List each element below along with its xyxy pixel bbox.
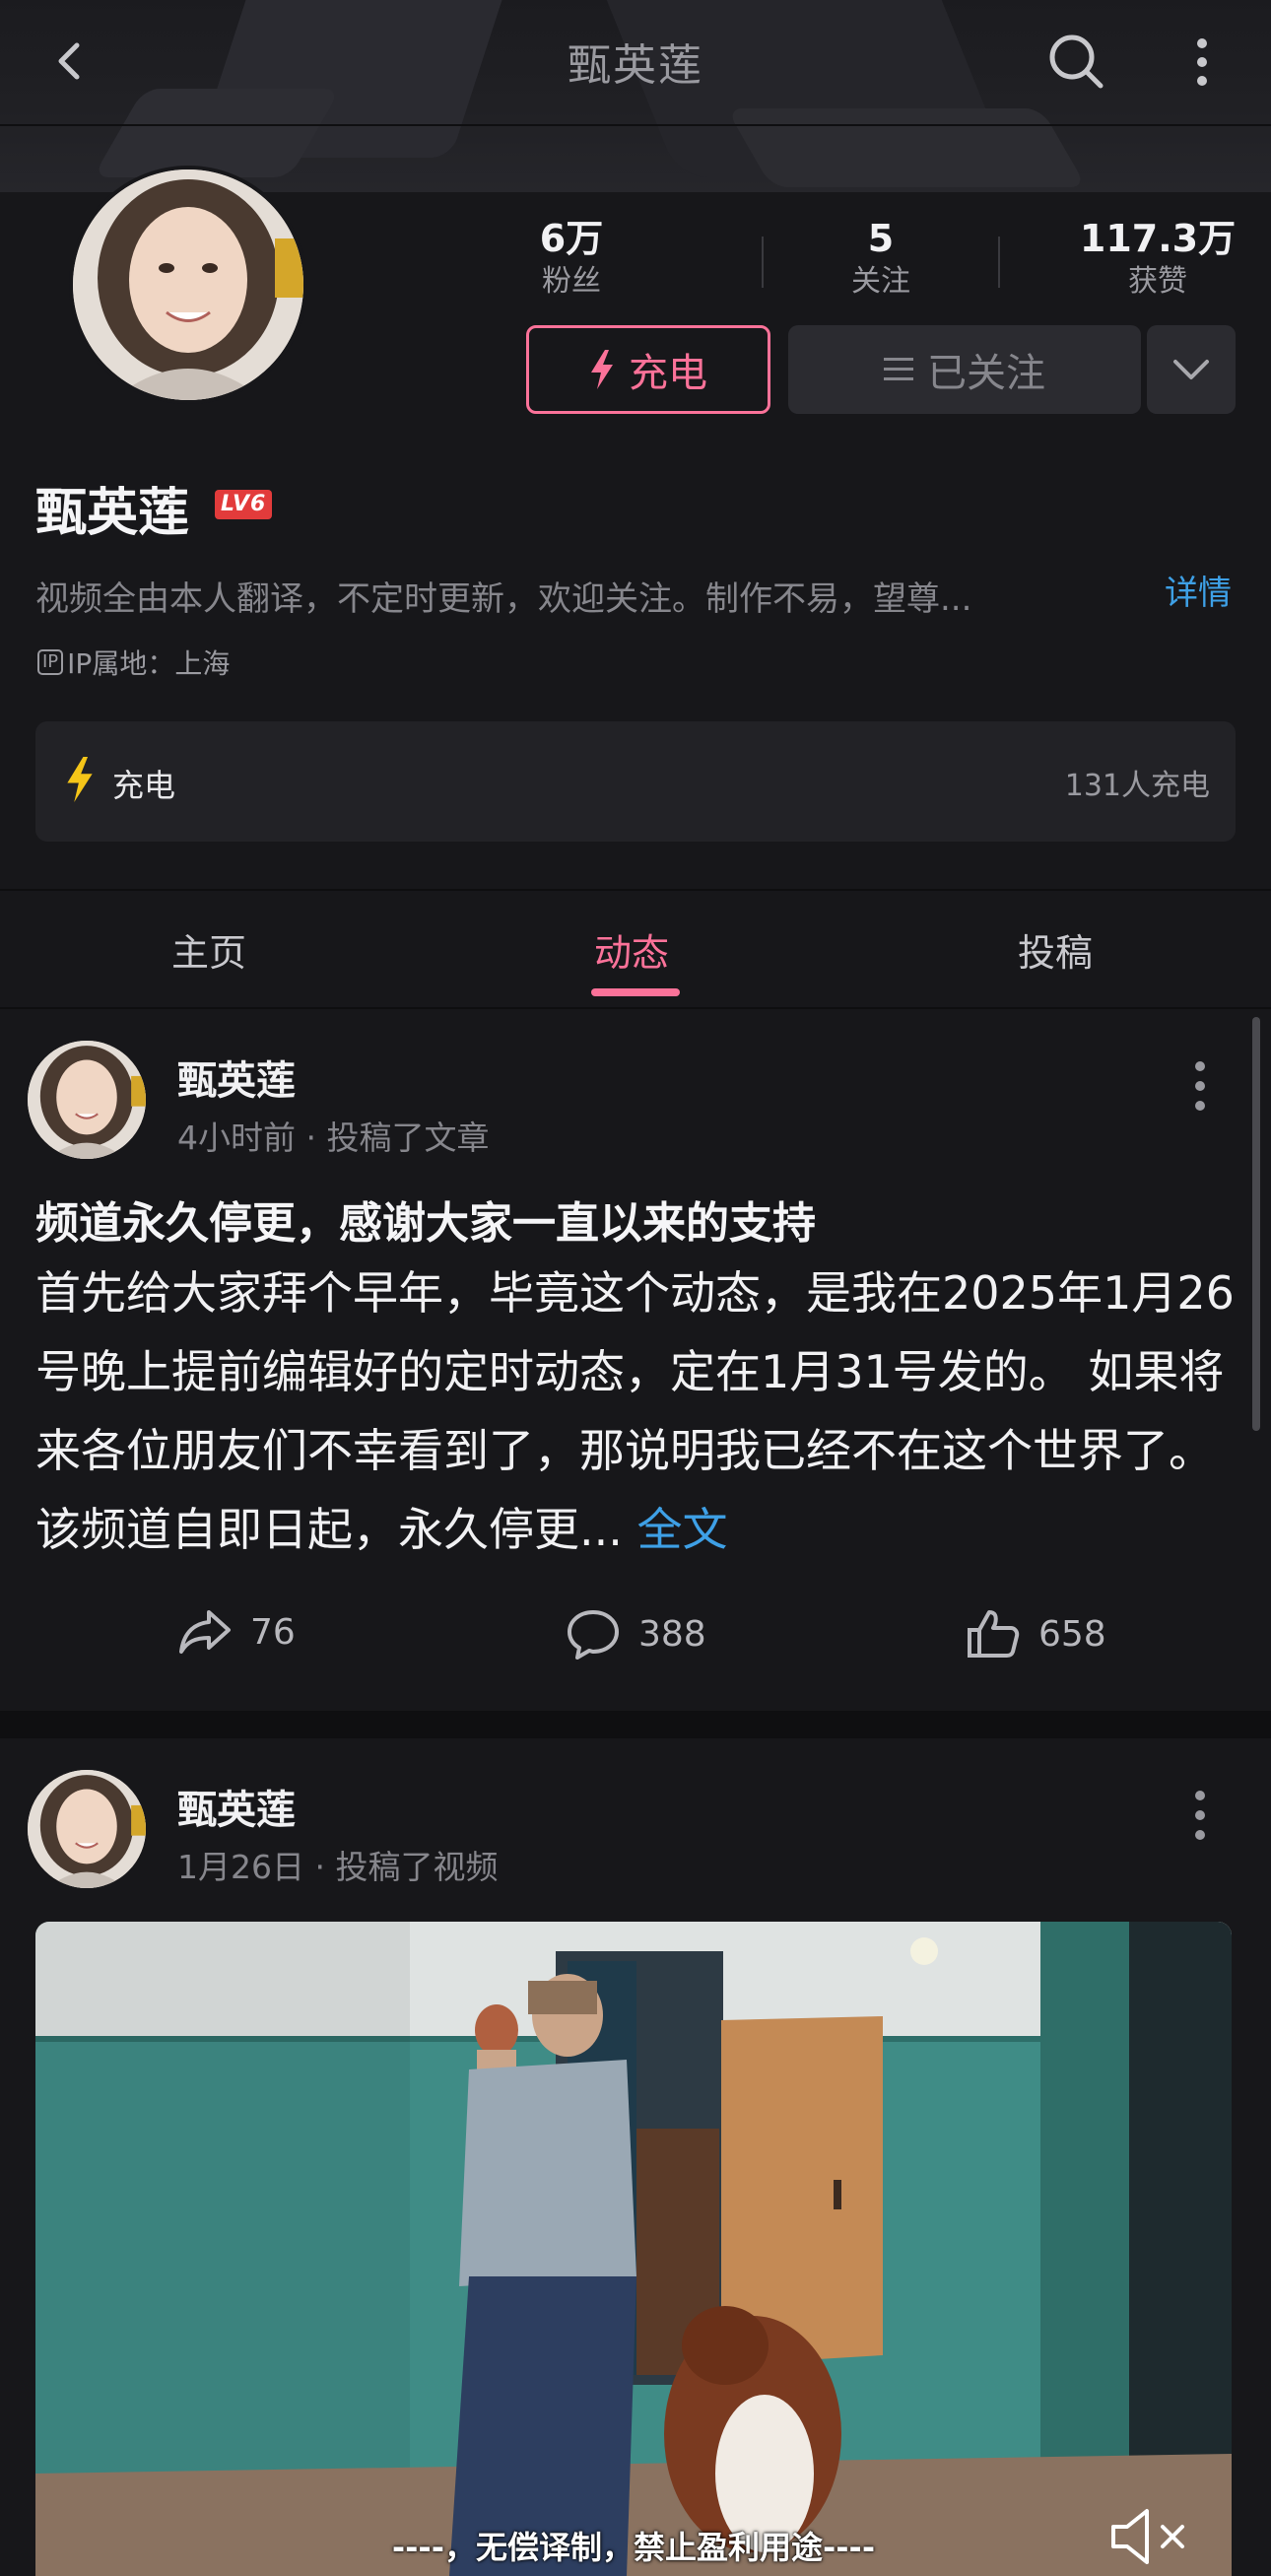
post-author-name[interactable]: 甄英莲: [177, 1049, 296, 1106]
stat-value: 117.3万: [1079, 217, 1237, 260]
level-badge: LV6: [215, 490, 273, 519]
profile-avatar[interactable]: [69, 166, 307, 404]
ip-icon: IP: [37, 649, 64, 675]
share-count: 76: [250, 1611, 296, 1653]
stat-value: 6万: [539, 217, 604, 260]
post-title[interactable]: 频道永久停更，感谢大家一直以来的支持: [35, 1187, 816, 1251]
scrollbar[interactable]: [1252, 1017, 1260, 1431]
post-body-text: 首先给大家拜个早年，毕竟这个动态，是我在2025年1月26号晚上提前编辑好的定时…: [35, 1266, 1235, 1556]
followed-button[interactable]: 已关注: [788, 325, 1141, 414]
tab-home[interactable]: 主页: [171, 922, 246, 977]
profile-bio[interactable]: 视频全由本人翻译，不定时更新，欢迎关注。制作不易，望尊...: [35, 572, 1109, 620]
section-divider: [0, 889, 1271, 891]
post-meta: 1月26日 · 投稿了视频: [177, 1848, 499, 1886]
charge-button[interactable]: 充电: [526, 325, 770, 414]
details-link[interactable]: 详情: [1165, 566, 1232, 614]
stat-likes[interactable]: 117.3万 获赞: [1074, 215, 1241, 302]
full-text-link[interactable]: 全文: [637, 1503, 728, 1556]
post-author-avatar[interactable]: [28, 1770, 146, 1888]
post-meta: 4小时前 · 投稿了文章: [177, 1119, 490, 1157]
like-button[interactable]: 658: [966, 1608, 1106, 1660]
video-frame: [35, 1922, 1232, 2576]
post-author-name[interactable]: 甄英莲: [177, 1778, 296, 1835]
post-body[interactable]: 首先给大家拜个早年，毕竟这个动态，是我在2025年1月26号晚上提前编辑好的定时…: [35, 1254, 1247, 1569]
list-icon: [884, 358, 913, 380]
post-divider: [0, 1711, 1271, 1738]
top-navigation-bar: 甄英莲: [0, 0, 1271, 124]
stat-divider: [762, 237, 764, 288]
recommend-dropdown-button[interactable]: [1147, 325, 1236, 414]
video-player[interactable]: ----，无偿译制，禁止盈利用途----: [35, 1922, 1232, 2576]
stat-label: 粉丝: [542, 264, 601, 299]
profile-name: 甄英莲: [35, 484, 190, 543]
charge-count: 131人充电: [1064, 769, 1210, 803]
lightning-icon: [591, 350, 613, 389]
stat-label: 关注: [851, 264, 910, 299]
more-options-icon[interactable]: [1182, 34, 1222, 91]
stat-value: 5: [867, 217, 895, 260]
ip-location-row: IP IP属地：上海: [37, 643, 230, 682]
followed-button-label: 已关注: [927, 351, 1045, 396]
stat-divider: [998, 237, 1000, 288]
ip-location-text: IP属地：上海: [67, 647, 231, 680]
tab-divider: [0, 1007, 1271, 1009]
active-tab-indicator: [591, 988, 680, 996]
tab-dynamics[interactable]: 动态: [594, 922, 669, 977]
charge-button-label: 充电: [629, 351, 707, 396]
share-button[interactable]: 76: [177, 1608, 296, 1656]
post-author-avatar[interactable]: [28, 1041, 146, 1159]
comment-icon: [568, 1610, 619, 1660]
video-subtitle: ----，无偿译制，禁止盈利用途----: [391, 2529, 876, 2566]
lightning-icon: [67, 757, 93, 802]
comment-button[interactable]: 388: [566, 1608, 706, 1660]
search-icon[interactable]: [1046, 32, 1105, 91]
thumbs-up-icon: [968, 1610, 1020, 1658]
post-more-icon[interactable]: [1190, 1788, 1210, 1843]
comment-count: 388: [638, 1613, 706, 1655]
tab-uploads[interactable]: 投稿: [1018, 922, 1093, 977]
header-divider: [0, 124, 1271, 126]
stat-label: 获赞: [1128, 264, 1187, 299]
charge-card[interactable]: 充电 131人充电: [35, 721, 1236, 842]
share-icon: [179, 1610, 231, 1654]
chevron-down-icon: [1173, 360, 1209, 379]
post-more-icon[interactable]: [1190, 1058, 1210, 1114]
charge-card-label: 充电: [112, 767, 176, 804]
stat-following[interactable]: 5 关注: [822, 215, 940, 302]
like-count: 658: [1038, 1613, 1106, 1655]
mute-icon[interactable]: [1105, 2503, 1200, 2570]
stat-fans[interactable]: 6万 粉丝: [512, 215, 631, 302]
